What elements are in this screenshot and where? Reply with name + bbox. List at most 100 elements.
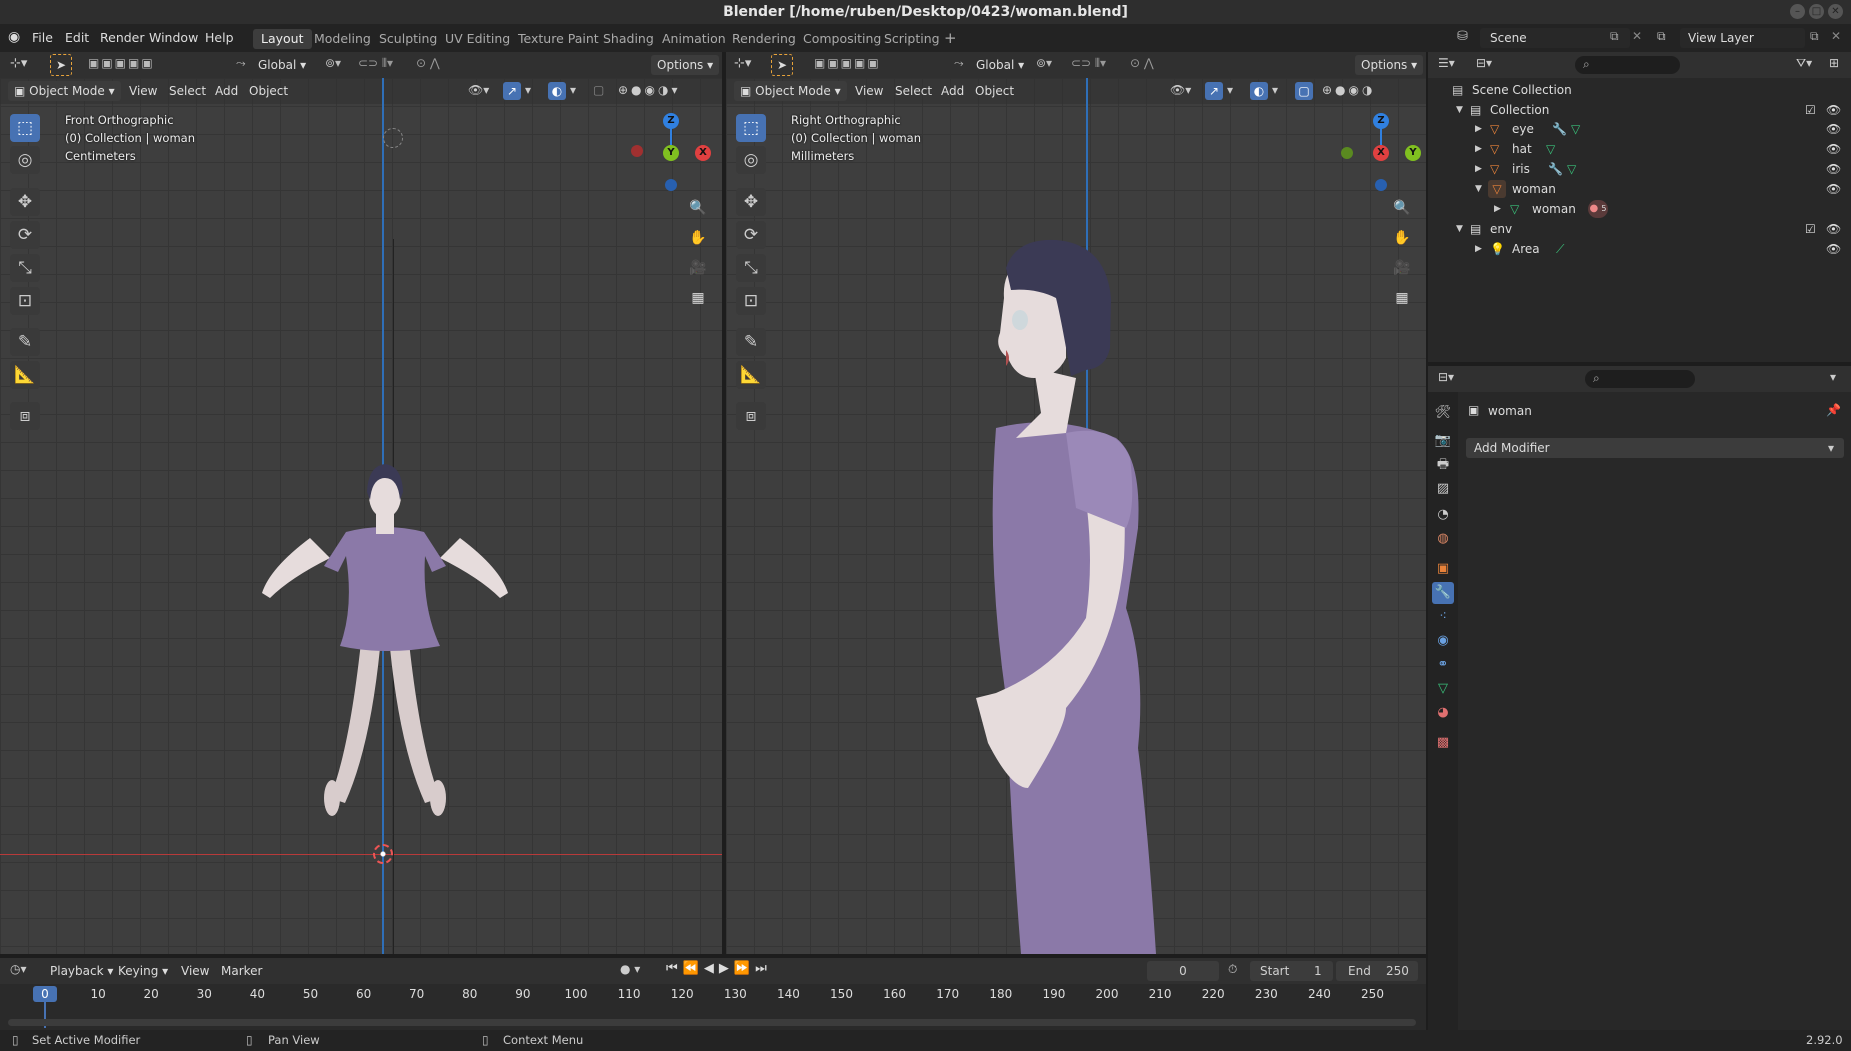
- minimize-icon[interactable]: –: [1790, 4, 1805, 19]
- menu-select[interactable]: Select: [169, 81, 206, 101]
- gizmo-toggle-icon[interactable]: ↗: [503, 82, 521, 100]
- proportional-edit-icon[interactable]: ⊙ ⋀: [1130, 56, 1154, 70]
- tool-move[interactable]: ✥: [10, 188, 40, 216]
- overlay-dropdown-icon[interactable]: ▾: [570, 83, 576, 97]
- outliner-row-eye[interactable]: ▶ ▽ eye 🔧 ▽ 👁: [1428, 119, 1841, 139]
- tab-layout[interactable]: Layout: [253, 29, 312, 49]
- mesh-data-icon[interactable]: ▽: [1546, 139, 1555, 159]
- gizmo-toggle-icon[interactable]: ↗: [1205, 82, 1223, 100]
- tool-measure[interactable]: 📐: [10, 361, 40, 389]
- properties-search-input[interactable]: ⌕: [1585, 370, 1695, 388]
- physics-tab-icon[interactable]: ◉: [1432, 630, 1454, 652]
- visibility-icon[interactable]: 👁▾: [1170, 83, 1191, 97]
- menu-add[interactable]: Add: [941, 81, 964, 101]
- scene-copy-icon[interactable]: ⧉: [1610, 29, 1619, 44]
- menu-window[interactable]: Window: [149, 30, 198, 45]
- close-icon[interactable]: ✕: [1828, 4, 1843, 19]
- pivot-icon[interactable]: ⊚▾: [1036, 56, 1052, 70]
- options-dropdown[interactable]: Options ▾: [651, 55, 720, 75]
- snap-icon[interactable]: ⊂⊃ ⫴▾: [358, 56, 393, 71]
- editor-type-icon[interactable]: ☰▾: [1438, 56, 1455, 70]
- tab-modeling[interactable]: Modeling: [306, 29, 379, 49]
- tab-shading[interactable]: Shading: [595, 29, 662, 49]
- eye-icon[interactable]: 👁: [1826, 139, 1841, 159]
- timeline-scrollbar[interactable]: [8, 1019, 1416, 1026]
- ortho-grid-icon[interactable]: ▦: [1390, 286, 1414, 310]
- zoom-icon[interactable]: 🔍: [1390, 196, 1414, 220]
- outliner-row-collection[interactable]: ▼ ▤ Collection ☑ 👁: [1428, 100, 1841, 120]
- blender-logo-icon[interactable]: ◉: [8, 29, 20, 45]
- tool-add-cube[interactable]: ⧈: [10, 402, 40, 430]
- tab-texture-paint[interactable]: Texture Paint: [510, 29, 607, 49]
- data-tab-icon[interactable]: ▽: [1432, 678, 1454, 700]
- xray-icon[interactable]: ▢: [593, 83, 604, 97]
- view-layer-field[interactable]: View Layer: [1680, 28, 1805, 48]
- tool-annotate[interactable]: ✎: [736, 328, 766, 356]
- add-workspace-icon[interactable]: +: [944, 29, 957, 47]
- light-data-icon[interactable]: ⟋: [1556, 239, 1564, 259]
- select-tool-icon[interactable]: ➤: [771, 54, 793, 76]
- gizmo-dropdown-icon[interactable]: ▾: [1227, 83, 1233, 97]
- playback-menu[interactable]: Playback ▾: [44, 961, 119, 981]
- tool-rotate[interactable]: ⟳: [736, 221, 766, 249]
- chevron-right-icon[interactable]: ▶: [1475, 139, 1482, 159]
- world-tab-icon[interactable]: ◍: [1432, 528, 1454, 550]
- mesh-data-icon[interactable]: ▽: [1571, 119, 1580, 139]
- menu-object[interactable]: Object: [249, 81, 288, 101]
- shading-mode-icons[interactable]: ⊕●◉◑: [1322, 83, 1375, 97]
- tab-scripting[interactable]: Scripting: [876, 29, 948, 49]
- tool-scale[interactable]: ⤡: [736, 254, 766, 282]
- chevron-right-icon[interactable]: ▶: [1475, 119, 1482, 139]
- gizmo-z-icon[interactable]: Z: [1373, 113, 1389, 129]
- scene-tab-icon[interactable]: ◔: [1432, 504, 1454, 526]
- mode-dropdown[interactable]: ▣ Object Mode ▾: [734, 81, 847, 101]
- tool-transform[interactable]: ⊡: [10, 287, 40, 315]
- timeline-view-menu[interactable]: View: [181, 961, 209, 981]
- chevron-right-icon[interactable]: ▶: [1494, 199, 1501, 219]
- gizmo-z-icon[interactable]: Z: [663, 113, 679, 129]
- gizmo-x-icon[interactable]: X: [695, 145, 711, 161]
- overlay-dropdown-icon[interactable]: ▾: [1272, 83, 1278, 97]
- outliner-row-area[interactable]: ▶ 💡 Area ⟋ 👁: [1428, 239, 1841, 259]
- modifier-tab-icon[interactable]: 🔧: [1432, 582, 1454, 604]
- menu-view[interactable]: View: [855, 81, 883, 101]
- tool-add-cube[interactable]: ⧈: [736, 402, 766, 430]
- left-viewport[interactable]: ▣ Object Mode ▾ View Select Add Object 👁…: [0, 78, 722, 954]
- menu-view[interactable]: View: [129, 81, 157, 101]
- tool-select-box[interactable]: ⬚: [736, 114, 766, 142]
- checkbox-icon[interactable]: ☑: [1805, 219, 1816, 239]
- scene-icon[interactable]: ⛁: [1457, 29, 1468, 44]
- tab-rendering[interactable]: Rendering: [724, 29, 804, 49]
- ortho-grid-icon[interactable]: ▦: [686, 286, 710, 310]
- menu-object[interactable]: Object: [975, 81, 1014, 101]
- outliner-row-woman[interactable]: ▼ ▽ woman 👁: [1428, 179, 1841, 199]
- current-frame-field[interactable]: 0: [1147, 961, 1219, 981]
- editor-type-icon[interactable]: ⊹▾: [10, 56, 27, 71]
- visibility-icon[interactable]: 👁▾: [468, 83, 489, 97]
- material-tab-icon[interactable]: ◕: [1432, 702, 1454, 724]
- editor-type-icon[interactable]: ⊹▾: [734, 56, 751, 71]
- tool-measure[interactable]: 📐: [736, 361, 766, 389]
- eye-icon[interactable]: 👁: [1826, 179, 1841, 199]
- scene-remove-icon[interactable]: ✕: [1632, 29, 1642, 43]
- gizmo-y-icon[interactable]: Y: [663, 145, 679, 161]
- chevron-down-icon[interactable]: ▼: [1456, 100, 1463, 120]
- texture-tab-icon[interactable]: ▩: [1432, 732, 1454, 754]
- pin-icon[interactable]: 📌: [1826, 403, 1841, 417]
- options-dropdown[interactable]: Options ▾: [1355, 55, 1424, 75]
- tool-scale[interactable]: ⤡: [10, 254, 40, 282]
- start-frame-field[interactable]: Start 1: [1250, 961, 1333, 981]
- constraints-tab-icon[interactable]: ⚭: [1432, 654, 1454, 676]
- shading-mode-icons[interactable]: ⊕●◉◑▾: [618, 83, 681, 97]
- new-collection-icon[interactable]: ⊞: [1829, 56, 1839, 70]
- pivot-icon[interactable]: ⊚▾: [325, 56, 341, 70]
- tool-cursor[interactable]: ◎: [10, 146, 40, 174]
- timer-icon[interactable]: ⏱: [1228, 962, 1237, 977]
- pan-hand-icon[interactable]: ✋: [1390, 226, 1414, 250]
- mesh-data-icon[interactable]: ▽: [1567, 159, 1576, 179]
- outliner-row-iris[interactable]: ▶ ▽ iris 🔧 ▽ 👁: [1428, 159, 1841, 179]
- orientation-dropdown[interactable]: Global ▾: [970, 55, 1030, 75]
- modifier-wrench-icon[interactable]: 🔧: [1548, 159, 1563, 179]
- editor-type-icon[interactable]: ⊟▾: [1438, 370, 1454, 384]
- view-layer-icon[interactable]: ⧉: [1657, 29, 1666, 44]
